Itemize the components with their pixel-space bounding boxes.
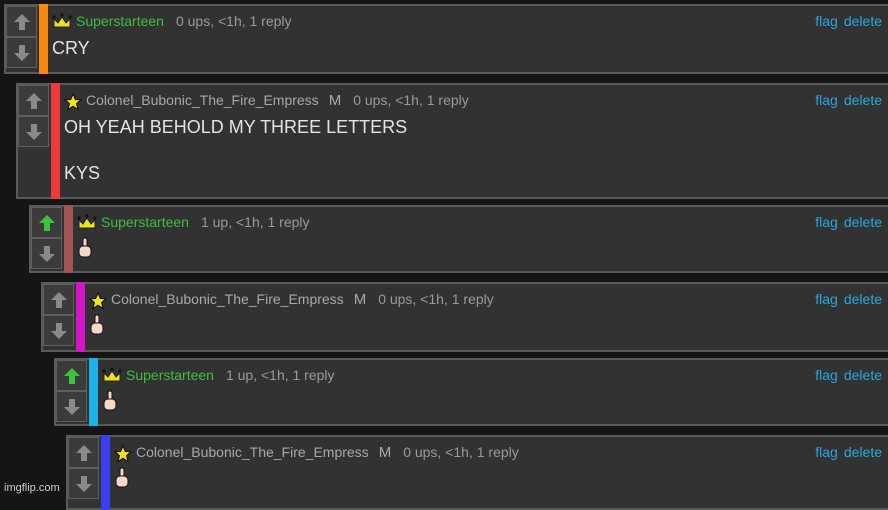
username-link[interactable]: Superstarteen <box>126 367 214 383</box>
comment-actions: flag delete reply <box>815 6 888 36</box>
comment-body <box>114 467 888 489</box>
comment-meta: 0 ups, <1h, 1 reply <box>378 291 494 307</box>
moderator-badge: M <box>328 91 342 109</box>
arrow-up-icon <box>63 367 80 384</box>
arrow-up-icon <box>50 291 67 308</box>
star-icon <box>89 292 107 310</box>
comment-text: KYS <box>64 163 101 183</box>
middle-finger-emoji <box>90 314 104 335</box>
comment: Superstarteen 1 up, <1h, 1 reply flag de… <box>54 358 888 426</box>
username-link[interactable]: Colonel_Bubonic_The_Fire_Empress <box>136 444 369 460</box>
vote-controls <box>6 6 39 68</box>
downvote-button[interactable] <box>43 315 74 346</box>
thread-depth-bar <box>51 83 60 199</box>
moderator-badge: M <box>378 443 392 461</box>
comment-meta: 1 up, <1h, 1 reply <box>200 214 310 230</box>
flag-link[interactable]: flag <box>815 214 838 230</box>
comment: Colonel_Bubonic_The_Fire_Empress M 0 ups… <box>41 282 888 352</box>
delete-link[interactable]: delete <box>844 444 882 460</box>
watermark: imgflip.com <box>4 482 60 494</box>
comment-meta: 0 ups, <1h, 1 reply <box>403 444 519 460</box>
comment: Colonel_Bubonic_The_Fire_Empress M 0 ups… <box>16 83 888 199</box>
star-icon <box>64 93 82 111</box>
username-link[interactable]: Superstarteen <box>76 13 164 29</box>
username-link[interactable]: Superstarteen <box>101 214 189 230</box>
comment-body <box>77 237 888 259</box>
arrow-down-icon <box>25 123 42 140</box>
arrow-up-icon <box>75 444 92 461</box>
comment-body: OH YEAH BEHOLD MY THREE LETTERS KYS <box>64 115 888 185</box>
crown-icon <box>77 214 97 229</box>
thread-depth-bar <box>64 205 73 273</box>
middle-finger-emoji <box>78 237 92 258</box>
downvote-button[interactable] <box>18 116 49 147</box>
comment-text: CRY <box>52 38 90 58</box>
comment-actions: flag delete reply <box>815 284 888 314</box>
middle-finger-emoji <box>103 390 117 411</box>
arrow-down-icon <box>75 475 92 492</box>
arrow-up-icon <box>25 92 42 109</box>
crown-icon <box>52 13 72 28</box>
comment-text: OH YEAH BEHOLD MY THREE LETTERS <box>64 117 408 137</box>
upvote-button[interactable] <box>6 6 37 37</box>
delete-link[interactable]: delete <box>844 367 882 383</box>
comment-body <box>89 314 888 336</box>
moderator-badge: M <box>353 290 367 308</box>
comment: Superstarteen 0 ups, <1h, 1 reply CRY fl… <box>4 4 888 74</box>
thread-depth-bar <box>76 282 85 352</box>
downvote-button[interactable] <box>68 468 99 499</box>
vote-controls <box>68 437 101 499</box>
flag-link[interactable]: flag <box>815 367 838 383</box>
delete-link[interactable]: delete <box>844 291 882 307</box>
downvote-button[interactable] <box>31 238 62 269</box>
upvote-button[interactable] <box>68 437 99 468</box>
upvote-button[interactable] <box>31 207 62 238</box>
comment-actions: flag delete reply <box>815 85 888 115</box>
arrow-down-icon <box>13 44 30 61</box>
flag-link[interactable]: flag <box>815 291 838 307</box>
arrow-up-icon <box>38 214 55 231</box>
flag-link[interactable]: flag <box>815 444 838 460</box>
username-link[interactable]: Colonel_Bubonic_The_Fire_Empress <box>111 291 344 307</box>
comment: Colonel_Bubonic_The_Fire_Empress M 0 ups… <box>66 435 888 510</box>
arrow-down-icon <box>50 322 67 339</box>
thread-depth-bar <box>89 358 98 426</box>
vote-controls <box>18 85 51 147</box>
thread-depth-bar <box>39 4 48 74</box>
vote-controls <box>31 207 64 269</box>
comment-meta: 0 ups, <1h, 1 reply <box>353 92 469 108</box>
flag-link[interactable]: flag <box>815 13 838 29</box>
middle-finger-emoji <box>115 467 129 488</box>
thread-depth-bar <box>101 435 110 510</box>
flag-link[interactable]: flag <box>815 92 838 108</box>
star-icon <box>114 445 132 463</box>
arrow-down-icon <box>38 245 55 262</box>
delete-link[interactable]: delete <box>844 214 882 230</box>
comment: Superstarteen 1 up, <1h, 1 reply flag de… <box>29 205 888 273</box>
delete-link[interactable]: delete <box>844 92 882 108</box>
comment-text <box>64 139 888 161</box>
username-link[interactable]: Colonel_Bubonic_The_Fire_Empress <box>86 92 319 108</box>
comment-meta: 0 ups, <1h, 1 reply <box>175 13 292 29</box>
arrow-down-icon <box>63 398 80 415</box>
upvote-button[interactable] <box>56 360 87 391</box>
upvote-button[interactable] <box>18 85 49 116</box>
downvote-button[interactable] <box>56 391 87 422</box>
upvote-button[interactable] <box>43 284 74 315</box>
comment-body: CRY <box>52 36 888 60</box>
comment-actions: flag delete reply <box>815 207 888 237</box>
downvote-button[interactable] <box>6 37 37 68</box>
crown-icon <box>102 367 122 382</box>
comment-actions: flag delete reply <box>815 360 888 390</box>
comment-body <box>102 390 888 412</box>
comment-actions: flag delete reply <box>815 437 888 467</box>
delete-link[interactable]: delete <box>844 13 882 29</box>
comment-meta: 1 up, <1h, 1 reply <box>225 367 335 383</box>
vote-controls <box>43 284 76 346</box>
vote-controls <box>56 360 89 422</box>
arrow-up-icon <box>13 13 30 30</box>
